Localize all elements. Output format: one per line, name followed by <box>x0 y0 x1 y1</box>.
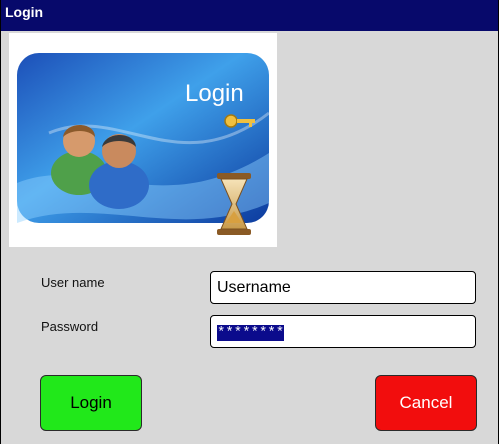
cancel-button[interactable]: Cancel <box>375 375 477 431</box>
banner-graphic: Login <box>17 53 270 235</box>
password-field[interactable]: ******** <box>210 315 476 348</box>
username-label: User name <box>41 275 105 290</box>
login-banner: Login <box>9 33 277 247</box>
window-title: Login <box>1 0 498 31</box>
login-window: Login Login User name Username Password … <box>0 0 499 444</box>
password-label: Password <box>41 319 99 334</box>
banner-caption: Login <box>185 80 244 107</box>
password-value: ******** <box>217 325 285 341</box>
login-button[interactable]: Login <box>40 375 142 431</box>
username-field[interactable]: Username <box>210 271 476 304</box>
